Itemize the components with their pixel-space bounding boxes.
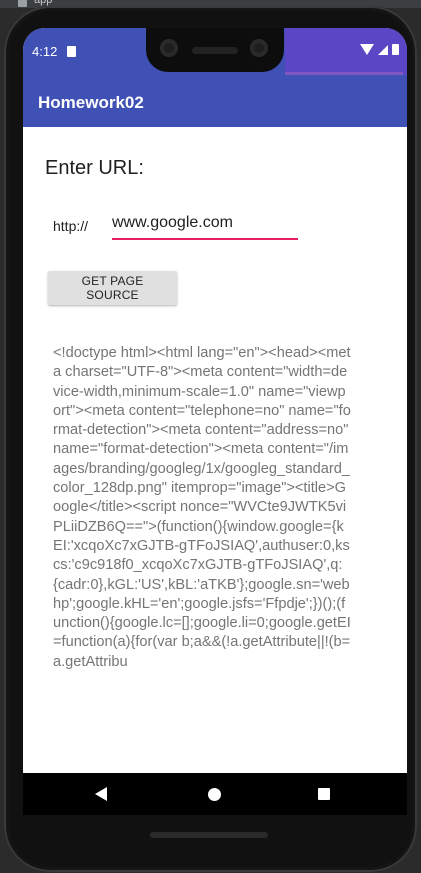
app-bar: Homework02 <box>23 75 407 127</box>
sd-card-icon <box>67 46 76 57</box>
camera-left-icon <box>160 39 178 57</box>
phone-frame: 4:12 Homework02 Enter URL: http:// GET P… <box>4 6 417 872</box>
camera-right-icon <box>250 39 268 57</box>
navigation-bar <box>23 773 407 815</box>
project-icon <box>18 0 27 7</box>
phone-screen: 4:12 Homework02 Enter URL: http:// GET P… <box>23 28 407 815</box>
url-heading: Enter URL: <box>45 157 144 179</box>
recents-icon[interactable] <box>318 788 330 800</box>
back-icon[interactable] <box>95 787 107 801</box>
main-content: Enter URL: http:// GET PAGE SOURCE <!doc… <box>23 127 407 773</box>
camera-notch <box>146 28 284 72</box>
battery-icon <box>392 44 399 55</box>
url-prefix-label: http:// <box>53 218 89 234</box>
bottom-speaker <box>150 832 268 838</box>
status-bar: 4:12 <box>23 28 407 76</box>
home-icon[interactable] <box>208 788 221 801</box>
earpiece-speaker <box>192 47 238 54</box>
wifi-icon <box>360 44 374 55</box>
status-icons <box>360 44 399 55</box>
signal-icon <box>378 44 388 55</box>
app-title: Homework02 <box>38 93 144 112</box>
page-source-output: <!doctype html><html lang="en"><head><me… <box>53 345 353 670</box>
status-time: 4:12 <box>32 44 58 59</box>
url-input[interactable] <box>112 210 298 240</box>
get-page-source-button[interactable]: GET PAGE SOURCE <box>48 271 177 305</box>
